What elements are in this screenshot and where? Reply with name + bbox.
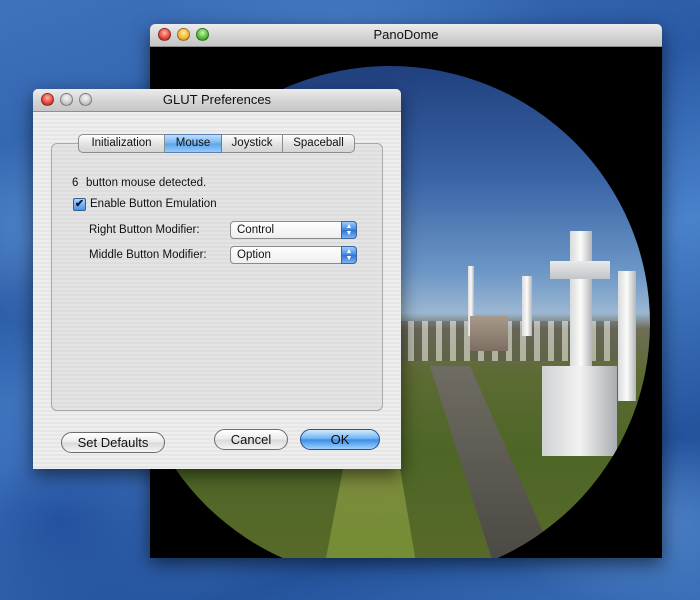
updown-arrows-icon: ▲ ▼: [341, 246, 357, 264]
middle-modifier-value: Option: [237, 249, 271, 261]
monument-base: [542, 366, 617, 456]
dialog-body: Initialization Mouse Joystick Spaceball …: [33, 112, 401, 469]
middle-modifier-select[interactable]: Option ▲ ▼: [230, 246, 357, 264]
middle-modifier-label: Middle Button Modifier:: [89, 249, 207, 261]
glut-preferences-dialog[interactable]: GLUT Preferences Initialization Mouse Jo…: [33, 89, 401, 469]
window-title: PanoDome: [373, 27, 439, 42]
dialog-title: GLUT Preferences: [162, 92, 272, 107]
cancel-button[interactable]: Cancel: [214, 429, 288, 450]
set-defaults-button[interactable]: Set Defaults: [61, 432, 165, 453]
right-modifier-select[interactable]: Control ▲ ▼: [230, 221, 357, 239]
prefs-titlebar[interactable]: GLUT Preferences: [33, 89, 401, 112]
tab-joystick[interactable]: Joystick: [222, 134, 283, 153]
panodome-titlebar[interactable]: PanoDome: [150, 24, 662, 47]
enable-emulation-checkbox[interactable]: ✔: [73, 198, 86, 211]
crypt: [470, 316, 508, 351]
updown-arrows-icon: ▲ ▼: [341, 221, 357, 239]
tab-initialization[interactable]: Initialization: [78, 134, 165, 153]
tab-bar: Initialization Mouse Joystick Spaceball: [78, 134, 355, 153]
tab-spaceball[interactable]: Spaceball: [283, 134, 355, 153]
ok-button[interactable]: OK: [300, 429, 380, 450]
tab-mouse[interactable]: Mouse: [165, 134, 222, 153]
enable-emulation-label[interactable]: Enable Button Emulation: [90, 198, 217, 210]
mouse-detected-count: 6: [72, 177, 79, 189]
pillar-monument: [618, 271, 636, 401]
cross-arm: [550, 261, 610, 279]
statue-monument: [522, 276, 532, 336]
mouse-detected-text: button mouse detected.: [86, 177, 207, 189]
right-modifier-value: Control: [237, 224, 275, 236]
right-modifier-label: Right Button Modifier:: [89, 224, 200, 236]
cross-monument: [570, 231, 592, 371]
